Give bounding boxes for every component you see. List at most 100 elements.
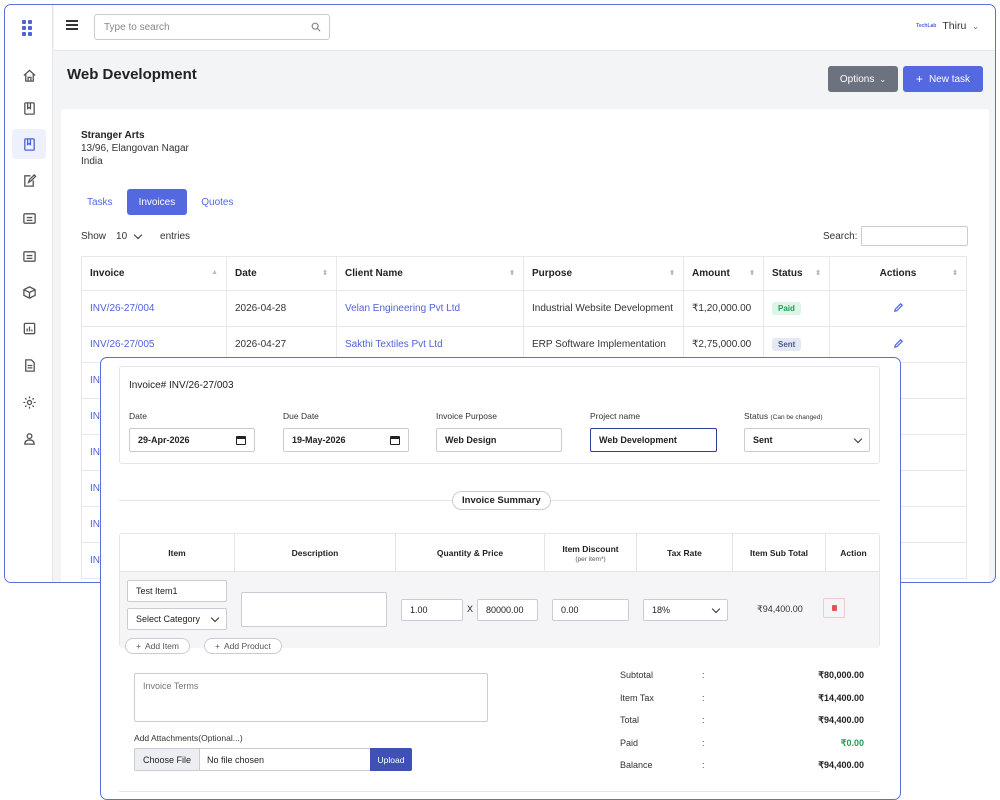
sort-icon: ▲ [211, 269, 218, 276]
table-header-row: Invoice ▲ Date ⬍ Client Name ⬍ Purpose ⬍ Amo… [81, 256, 967, 291]
invoice-amount: ₹1,20,000.00 [683, 290, 764, 327]
items-header: Item Description Quantity & Price Item D… [120, 534, 879, 572]
item-name-input[interactable]: Test Item1 [127, 580, 227, 602]
invoice-link[interactable]: INV/26-27/005 [90, 339, 155, 350]
price-input[interactable]: 80000.00 [477, 599, 538, 621]
purpose-field[interactable]: Web Design [436, 428, 562, 452]
page-title: Web Development [67, 66, 197, 83]
invoice-link[interactable]: INV/26-27/004 [90, 303, 155, 314]
invoice-link[interactable]: IN [90, 375, 100, 386]
col-client[interactable]: Client Name ⬍ [336, 256, 524, 291]
entries-select[interactable]: 10 [112, 227, 154, 245]
col-invoice[interactable]: Invoice ▲ [81, 256, 227, 291]
topbar: TechLab Thiru ⌄ [54, 5, 995, 51]
delete-item-button[interactable] [823, 598, 845, 618]
chevron-down-icon [711, 604, 721, 613]
due-date-field[interactable]: 19-May-2026 [283, 428, 409, 452]
total-item-tax: Item Tax: ₹14,400.00 [620, 693, 864, 703]
calendar-icon[interactable] [236, 435, 246, 445]
options-button[interactable]: Options ⌄ [828, 66, 898, 92]
sidebar [5, 5, 53, 582]
nav-book-icon[interactable] [12, 93, 46, 123]
choose-file-button[interactable]: Choose File [135, 749, 201, 770]
project-label: Project name [590, 411, 641, 421]
add-product-button[interactable]: + Add Product [204, 638, 282, 654]
purpose-value: Web Design [445, 435, 497, 445]
table-search: Search: [823, 226, 969, 246]
col-amount[interactable]: Amount ⬍ [683, 256, 764, 291]
no-file-label: No file chosen [207, 754, 265, 765]
menu-toggle-icon[interactable] [66, 20, 78, 30]
add-item-button[interactable]: + Add Item [125, 638, 190, 654]
client-link[interactable]: Velan Engineering Pvt Ltd [345, 303, 460, 314]
nav-projects-icon[interactable] [12, 129, 46, 159]
item-subtotal: ₹94,400.00 [757, 604, 803, 614]
discount-input[interactable]: 0.00 [552, 599, 629, 621]
nav-card-icon[interactable] [12, 203, 46, 233]
status-badge: Sent [772, 338, 802, 351]
client-name: Stranger Arts [81, 130, 145, 141]
category-value: Select Category [136, 614, 201, 624]
project-name-field[interactable]: Web Development [590, 428, 717, 452]
tax-rate-select[interactable]: 18% [643, 599, 728, 621]
add-product-label: Add Product [223, 641, 271, 651]
sort-icon: ⬍ [952, 270, 958, 277]
project-value: Web Development [599, 435, 677, 445]
sort-icon: ⬍ [322, 270, 328, 277]
client-link[interactable]: Sakthi Textiles Pvt Ltd [345, 339, 443, 350]
upload-button[interactable]: Upload [370, 748, 412, 771]
invoice-link[interactable]: IN [90, 447, 100, 458]
description-input[interactable] [241, 592, 387, 627]
user-menu[interactable]: TechLab Thiru ⌄ [916, 20, 979, 32]
col-actions: Actions ⬍ [829, 256, 967, 291]
col-description: Description [235, 534, 396, 572]
col-action: Action [840, 548, 867, 558]
table-search-input[interactable] [861, 226, 969, 246]
search-input[interactable] [95, 15, 295, 39]
nav-user-icon[interactable] [12, 423, 46, 453]
date-field[interactable]: 29-Apr-2026 [129, 428, 255, 452]
col-item: Item [120, 534, 235, 572]
trash-icon [831, 605, 837, 611]
nav-package-icon[interactable] [12, 277, 46, 307]
chevron-down-icon: ⌄ [972, 21, 979, 31]
new-task-button[interactable]: + New task [903, 66, 983, 92]
edit-pencil-icon[interactable] [893, 338, 904, 349]
nav-document-icon[interactable] [12, 350, 46, 380]
nav-report-icon[interactable] [12, 313, 46, 343]
sort-icon: ⬍ [749, 270, 755, 277]
invoice-link[interactable]: IN [90, 519, 100, 530]
tab-tasks[interactable]: Tasks [81, 189, 119, 215]
category-select[interactable]: Select Category [127, 608, 227, 630]
col-tax: Tax Rate [637, 534, 733, 572]
tab-quotes[interactable]: Quotes [195, 189, 239, 215]
col-status[interactable]: Status ⬍ [763, 256, 830, 291]
options-label: Options [839, 73, 875, 85]
invoice-terms-field[interactable]: Invoice Terms [134, 673, 488, 722]
nav-edit-icon[interactable] [12, 165, 46, 195]
calendar-icon[interactable] [390, 435, 400, 445]
invoice-link[interactable]: IN [90, 483, 100, 494]
chevron-down-icon [133, 230, 143, 239]
app-logo-icon [22, 20, 36, 36]
invoice-link[interactable]: IN [90, 555, 100, 566]
global-search[interactable] [94, 14, 330, 40]
quantity-input[interactable]: 1.00 [401, 599, 463, 621]
table-search-label: Search: [823, 230, 858, 242]
status-value: Sent [753, 435, 773, 445]
nav-list-icon[interactable] [12, 241, 46, 271]
col-purpose[interactable]: Purpose ⬍ [523, 256, 684, 291]
nav-home-icon[interactable] [12, 60, 46, 90]
chevron-down-icon [853, 434, 863, 443]
tab-invoices[interactable]: Invoices [126, 189, 188, 215]
nav-settings-icon[interactable] [12, 387, 46, 417]
invoice-link[interactable]: IN [90, 411, 100, 422]
client-address-line: 13/96, Elangovan Nagar [81, 143, 189, 154]
purpose-label: Invoice Purpose [436, 411, 497, 421]
edit-pencil-icon[interactable] [893, 302, 904, 313]
status-select[interactable]: Sent [744, 428, 870, 452]
col-date[interactable]: Date ⬍ [226, 256, 337, 291]
col-discount: Item Discount (per item*) [545, 534, 637, 572]
plus-icon: + [215, 641, 220, 651]
entries-control: Show 10 entries [81, 227, 190, 245]
